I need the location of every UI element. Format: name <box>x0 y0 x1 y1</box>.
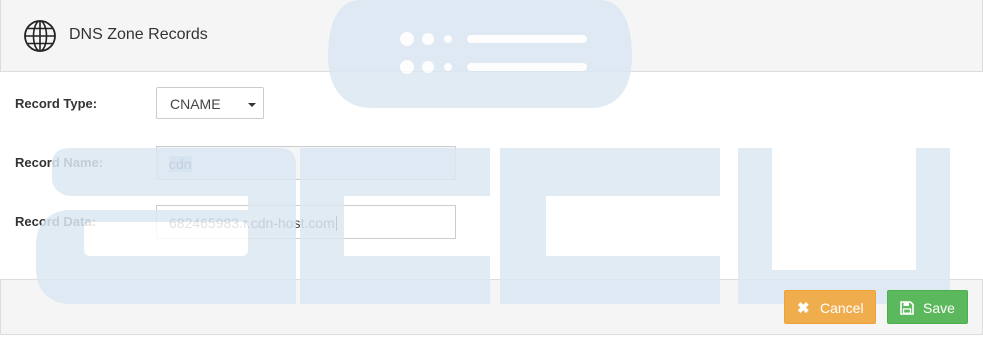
save-label: Save <box>923 300 955 316</box>
record-name-row: Record Name: cdn <box>0 146 983 182</box>
floppy-disk-icon <box>900 301 914 315</box>
cancel-label: Cancel <box>820 300 864 316</box>
record-name-label: Record Name: <box>15 155 104 170</box>
cancel-button[interactable]: ✖ Cancel <box>784 290 876 324</box>
globe-icon <box>24 20 56 52</box>
record-type-row: Record Type: CNAME <box>0 87 983 123</box>
page-title: DNS Zone Records <box>69 26 208 43</box>
record-data-row: Record Data: 682465983.r.cdn-host.com <box>0 205 983 241</box>
record-data-label: Record Data: <box>15 214 96 229</box>
text-cursor <box>335 216 337 231</box>
record-data-input[interactable]: 682465983.r.cdn-host.com <box>156 205 456 239</box>
panel-header: DNS Zone Records <box>0 0 983 72</box>
record-type-label: Record Type: <box>15 96 98 111</box>
caret-down-icon <box>248 103 256 107</box>
record-name-input[interactable]: cdn <box>156 146 456 180</box>
record-type-value: CNAME <box>170 96 221 112</box>
save-button[interactable]: Save <box>887 290 968 324</box>
close-icon: ✖ <box>797 300 810 317</box>
record-type-select[interactable]: CNAME <box>156 87 264 119</box>
record-name-value: cdn <box>169 156 192 172</box>
record-data-value: 682465983.r.cdn-host.com <box>169 215 337 231</box>
dns-zone-records-panel: DNS Zone Records Record Type: CNAME Reco… <box>0 0 983 338</box>
